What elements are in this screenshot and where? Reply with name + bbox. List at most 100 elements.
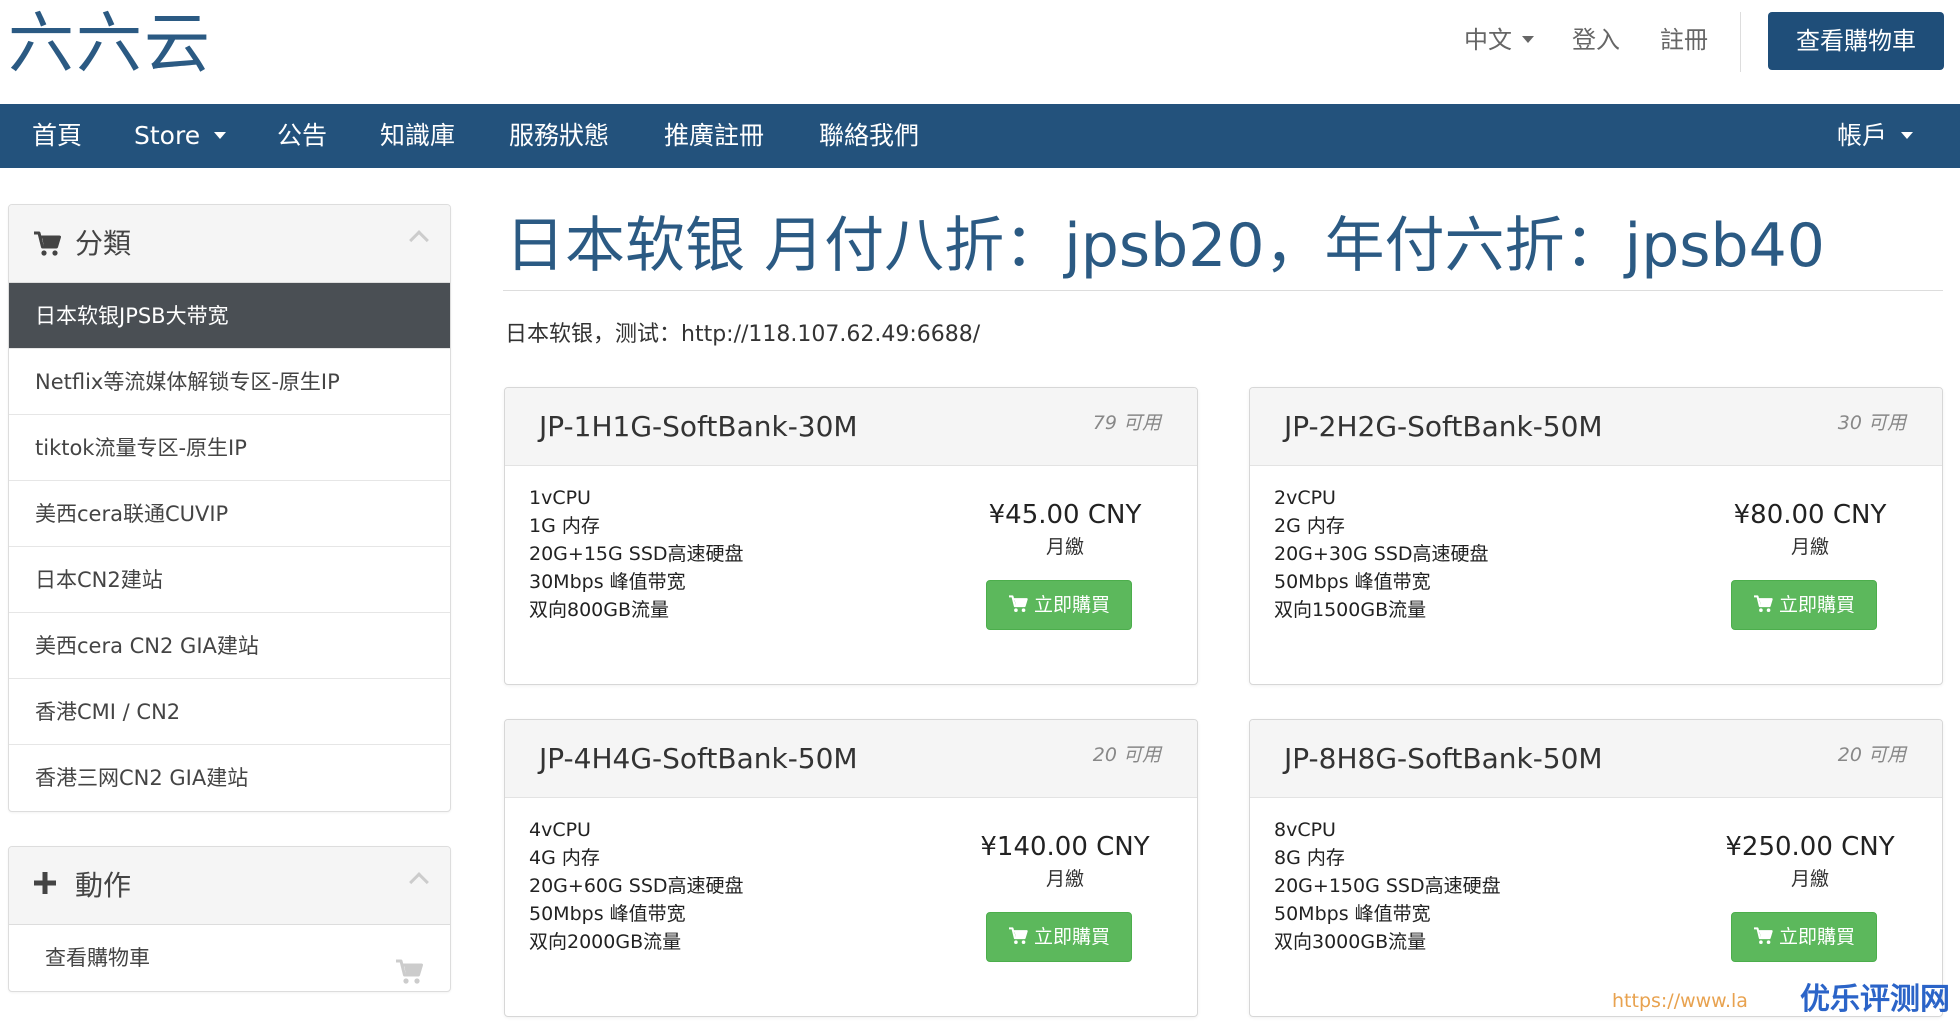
page-title: 日本软银 月付八折：jpsb20，年付六折：jpsb40 [505,211,1825,281]
nav-knowledgebase[interactable]: 知識庫 [380,104,455,168]
header-divider [1740,12,1741,72]
view-cart-button[interactable]: 查看購物車 [1768,12,1944,70]
spec-line: 双向2000GB流量 [529,931,682,953]
categories-panel-header[interactable]: 分類 [9,205,450,283]
nav-contact[interactable]: 聯絡我們 [819,104,919,168]
sidebar-category-hk-cmi[interactable]: 香港CMI / CN2 [9,679,450,745]
product-header: JP-1H1G-SoftBank-30M 79 可用 [505,388,1197,466]
plus-icon [33,871,57,899]
product-name: JP-8H8G-SoftBank-50M [1284,742,1603,775]
order-now-button[interactable]: 立即購買 [986,912,1132,962]
nav-account[interactable]: 帳戶 [1837,104,1914,168]
product-card: JP-2H2G-SoftBank-50M 30 可用 2vCPU 2G 内存 2… [1249,387,1943,685]
categories-title: 分類 [75,227,132,260]
spec-line: 双向800GB流量 [529,599,670,621]
product-availability: 20 可用 [1837,744,1906,766]
product-price: ¥250.00 CNY [1725,832,1895,862]
product-name: JP-4H4G-SoftBank-50M [539,742,858,775]
sidebar-category-jp-cn2[interactable]: 日本CN2建站 [9,547,450,613]
spec-line: 2vCPU [1274,487,1336,509]
product-specs: 2vCPU 2G 内存 20G+30G SSD高速硬盘 50Mbps 峰值带宽 … [1274,484,1489,624]
spec-line: 50Mbps 峰值带宽 [529,903,686,925]
spec-line: 20G+30G SSD高速硬盘 [1274,543,1489,565]
spec-line: 8vCPU [1274,819,1336,841]
main-navbar: 首頁 Store 公告 知識庫 服務狀態 推廣註冊 聯絡我們 帳戶 [0,104,1960,168]
product-specs: 8vCPU 8G 内存 20G+150G SSD高速硬盘 50Mbps 峰值带宽… [1274,816,1501,956]
shopping-cart-icon [1008,926,1028,944]
shopping-cart-icon [1753,594,1773,612]
product-availability: 30 可用 [1837,412,1906,434]
sidebar-action-label: 查看購物車 [45,946,150,970]
spec-line: 20G+150G SSD高速硬盘 [1274,875,1501,897]
spec-line: 50Mbps 峰值带宽 [1274,903,1431,925]
product-header: JP-4H4G-SoftBank-50M 20 可用 [505,720,1197,798]
shopping-cart-icon [1008,594,1028,612]
order-now-button[interactable]: 立即購買 [986,580,1132,630]
shopping-cart-icon [33,231,61,261]
spec-line: 20G+15G SSD高速硬盘 [529,543,744,565]
product-specs: 1vCPU 1G 内存 20G+15G SSD高速硬盘 30Mbps 峰值带宽 … [529,484,744,624]
sidebar-category-hk-cn2-gia[interactable]: 香港三网CN2 GIA建站 [9,745,450,811]
product-card: JP-8H8G-SoftBank-50M 20 可用 8vCPU 8G 内存 2… [1249,719,1943,1017]
product-name: JP-2H2G-SoftBank-50M [1284,410,1603,443]
nav-account-label: 帳戶 [1837,121,1888,150]
product-name: JP-1H1G-SoftBank-30M [539,410,858,443]
billing-cycle: 月繳 [1045,536,1084,558]
spec-line: 1G 内存 [529,515,600,537]
product-card: JP-4H4G-SoftBank-50M 20 可用 4vCPU 4G 内存 2… [504,719,1198,1017]
product-price: ¥80.00 CNY [1733,500,1887,530]
nav-home[interactable]: 首頁 [32,104,82,168]
product-availability: 20 可用 [1092,744,1161,766]
spec-line: 双向1500GB流量 [1274,599,1427,621]
product-specs: 4vCPU 4G 内存 20G+60G SSD高速硬盘 50Mbps 峰值带宽 … [529,816,744,956]
order-now-label: 立即購買 [1033,926,1110,948]
billing-cycle: 月繳 [1045,868,1084,890]
billing-cycle: 月繳 [1790,868,1829,890]
site-logo[interactable]: 六六云 [8,6,212,82]
spec-line: 2G 内存 [1274,515,1345,537]
site-header: 六六云 中文 登入 註冊 查看購物車 [0,0,1960,104]
sidebar-category-jpsb[interactable]: 日本软银JPSB大带宽 [9,283,450,349]
product-header: JP-2H2G-SoftBank-50M 30 可用 [1250,388,1942,466]
nav-announcements[interactable]: 公告 [277,104,327,168]
sidebar-category-us-cuvip[interactable]: 美西cera联通CUVIP [9,481,450,547]
chevron-up-icon[interactable] [409,872,429,892]
nav-store-label: Store [134,121,201,150]
spec-line: 4vCPU [529,819,591,841]
spec-line: 4G 内存 [529,847,600,869]
categories-panel: 分類 日本软银JPSB大带宽 Netflix等流媒体解锁专区-原生IP tikt… [8,204,451,812]
spec-line: 50Mbps 峰值带宽 [1274,571,1431,593]
order-now-label: 立即購買 [1033,594,1110,616]
nav-affiliates[interactable]: 推廣註冊 [664,104,764,168]
order-now-button[interactable]: 立即購買 [1731,912,1877,962]
nav-store[interactable]: Store [134,104,227,168]
nav-service-status[interactable]: 服務狀態 [509,104,609,168]
title-divider [503,290,1943,291]
actions-panel: 動作 查看購物車 [8,846,451,992]
spec-line: 30Mbps 峰值带宽 [529,571,686,593]
product-availability: 79 可用 [1092,412,1161,434]
spec-line: 1vCPU [529,487,591,509]
shopping-cart-icon [1753,926,1773,944]
actions-panel-header[interactable]: 動作 [9,847,450,925]
watermark-brand: 优乐评测网 [1800,982,1950,1017]
shopping-cart-icon [394,945,424,991]
sidebar-category-netflix[interactable]: Netflix等流媒体解锁专区-原生IP [9,349,450,415]
language-label: 中文 [1464,26,1512,54]
spec-line: 8G 内存 [1274,847,1345,869]
sidebar-category-us-cn2-gia[interactable]: 美西cera CN2 GIA建站 [9,613,450,679]
order-now-button[interactable]: 立即購買 [1731,580,1877,630]
sidebar-category-tiktok[interactable]: tiktok流量专区-原生IP [9,415,450,481]
caret-down-icon [1522,35,1534,43]
spec-line: 20G+60G SSD高速硬盘 [529,875,744,897]
product-price: ¥45.00 CNY [988,500,1142,530]
sidebar-action-view-cart[interactable]: 查看購物車 [9,925,450,991]
login-link[interactable]: 登入 [1572,24,1620,56]
chevron-up-icon[interactable] [409,230,429,250]
product-price: ¥140.00 CNY [980,832,1150,862]
order-now-label: 立即購買 [1778,594,1855,616]
register-link[interactable]: 註冊 [1660,24,1708,56]
product-header: JP-8H8G-SoftBank-50M 20 可用 [1250,720,1942,798]
actions-title: 動作 [75,869,132,902]
language-dropdown[interactable]: 中文 [1464,24,1534,56]
